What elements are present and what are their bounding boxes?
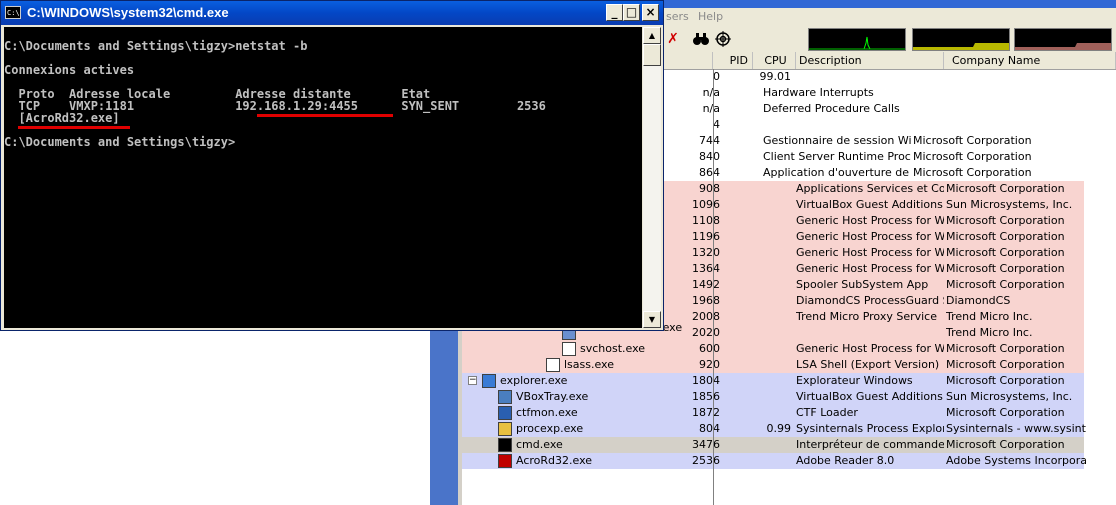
process-row[interactable]: ctfmon.exe 1872 CTF Loader Microsoft Corpor… — [462, 405, 1084, 421]
cell-description: Client Server Runtime Process — [763, 150, 911, 163]
process-row[interactable]: svchost.exe 600 Generic Host Process for W… — [462, 341, 1084, 357]
cell-description: Trend Micro Proxy Service — [796, 310, 937, 323]
cell-description: Generic Host Process for Wi... — [796, 262, 944, 275]
cell-description: Interpréteur de commandes ... — [796, 438, 944, 451]
window-title: C:\WINDOWS\system32\cmd.exe — [27, 5, 229, 20]
target-crosshair-icon[interactable] — [714, 30, 732, 48]
console-line: C:\Documents and Settings\tigzy>netstat … — [4, 39, 308, 53]
cell-company: Microsoft Corporation — [946, 262, 1065, 275]
cell-company: Microsoft Corporation — [913, 134, 1032, 147]
cpu-graph[interactable] — [808, 28, 906, 51]
cell-description: LSA Shell (Export Version) — [796, 358, 940, 371]
minimize-button[interactable]: _ — [606, 4, 623, 21]
cell-description: CTF Loader — [796, 406, 858, 419]
remote-address-highlight — [257, 114, 393, 117]
cell-description: Application d'ouverture de se... — [763, 166, 911, 179]
cell-company: Sysinternals - www.sysinter... — [946, 422, 1086, 435]
find-binoculars-icon[interactable] — [692, 30, 710, 48]
cell-company: Microsoft Corporation — [946, 374, 1065, 387]
console-line: [AcroRd32.exe] — [4, 111, 120, 125]
cell-company: Microsoft Corporation — [913, 150, 1032, 163]
close-button[interactable]: × — [642, 4, 659, 21]
cell-description: Deferred Procedure Calls — [763, 102, 900, 115]
cell-company: Microsoft Corporation — [946, 246, 1065, 259]
cell-description: Sysinternals Process Explorer — [796, 422, 944, 435]
process-row[interactable]: − explorer.exe 1804 Explorateur Windows Micr… — [462, 373, 1084, 389]
cell-description: Generic Host Process for Wi... — [796, 246, 944, 259]
cell-pid: 1804 — [692, 374, 720, 387]
memory-graph[interactable] — [912, 28, 1010, 51]
column-divider — [713, 69, 714, 505]
cell-description: Generic Host Process for Wi... — [796, 230, 944, 243]
cell-company: Adobe Systems Incorporated — [946, 454, 1086, 467]
cell-pid: 600 — [699, 342, 720, 355]
cell-description: VirtualBox Guest Additions Tr... — [796, 390, 944, 403]
process-row[interactable]: lsass.exe 920 LSA Shell (Export Version) Mi… — [462, 357, 1084, 373]
cell-company: Microsoft Corporation — [946, 278, 1065, 291]
process-name-highlight — [18, 126, 130, 129]
vertical-scrollbar[interactable]: ▲ ▼ — [643, 27, 661, 328]
cell-description: Generic Host Process for Wi... — [796, 214, 944, 227]
cell-company: DiamondCS — [946, 294, 1011, 307]
cell-description: Applications Services et Con... — [796, 182, 944, 195]
cell-pid: 2536 — [692, 454, 720, 467]
cell-company: Microsoft Corporation — [946, 214, 1065, 227]
cell-company: Microsoft Corporation — [946, 182, 1065, 195]
process-row[interactable]: VBoxTray.exe 1856 VirtualBox Guest Additio… — [462, 389, 1084, 405]
cell-pid: 920 — [699, 358, 720, 371]
cell-description: Generic Host Process for Wi... — [796, 342, 944, 355]
cell-description: Gestionnaire de session Win... — [763, 134, 911, 147]
console-output[interactable]: C:\Documents and Settings\tigzy>netstat … — [4, 27, 642, 328]
cell-company: Microsoft Corporation — [913, 166, 1032, 179]
cell-description: VirtualBox Guest Additions S... — [796, 198, 944, 211]
cmd-window: C:\ C:\WINDOWS\system32\cmd.exe _ □ × C:… — [0, 0, 664, 331]
column-pid[interactable]: PID — [713, 52, 753, 69]
menu-help[interactable]: Help — [698, 10, 723, 23]
cell-description: Hardware Interrupts — [763, 86, 874, 99]
kill-process-icon[interactable]: ✗ — [664, 30, 682, 48]
cell-company: Microsoft Corporation — [946, 342, 1065, 355]
console-icon: C:\ — [5, 6, 21, 19]
cell-pid: 1856 — [692, 390, 720, 403]
process-row[interactable]: AcroRd32.exe 2536 Adobe Reader 8.0 Adobe Sy… — [462, 453, 1086, 469]
column-description[interactable]: Description — [796, 52, 944, 69]
cell-pid: 3476 — [692, 438, 720, 451]
scroll-track[interactable] — [643, 66, 661, 311]
cell-company: Microsoft Corporation — [946, 230, 1065, 243]
cell-cpu: 99.01 — [759, 70, 792, 83]
cell-pid: 804 — [699, 422, 720, 435]
cell-cpu: 0.99 — [766, 422, 792, 435]
io-graph[interactable] — [1014, 28, 1112, 51]
menu-users[interactable]: sers — [666, 10, 689, 23]
scroll-thumb[interactable] — [643, 44, 661, 66]
process-row[interactable]: cmd.exe3476Interpréteur de commandes ...… — [462, 437, 1084, 453]
column-company[interactable]: Company Name — [944, 52, 1116, 69]
scroll-up-icon[interactable]: ▲ — [643, 27, 661, 44]
column-cpu[interactable]: CPU — [753, 52, 796, 69]
cell-company: Microsoft Corporation — [946, 438, 1065, 451]
cmd-titlebar[interactable]: C:\ C:\WINDOWS\system32\cmd.exe _ □ × — [1, 1, 663, 25]
cell-pid: 1872 — [692, 406, 720, 419]
console-line: C:\Documents and Settings\tigzy> — [4, 135, 236, 149]
cell-company: Trend Micro Inc. — [946, 326, 1033, 339]
cell-description: Spooler SubSystem App — [796, 278, 929, 291]
maximize-button[interactable]: □ — [623, 4, 640, 21]
cell-company: Microsoft Corporation — [946, 406, 1065, 419]
cell-description: DiamondCS ProcessGuard S... — [796, 294, 944, 307]
process-row[interactable]: procexp.exe 804 0.99 Sysinternals Process E… — [462, 421, 1086, 437]
cell-company: Microsoft Corporation — [946, 358, 1065, 371]
cell-description: Explorateur Windows — [796, 374, 913, 387]
cell-company: Sun Microsystems, Inc. — [946, 198, 1073, 211]
cell-company: Trend Micro Inc. — [946, 310, 1033, 323]
cell-company: Sun Microsystems, Inc. — [946, 390, 1073, 403]
console-line: Connexions actives — [4, 63, 135, 77]
cell-description: Adobe Reader 8.0 — [796, 454, 895, 467]
scroll-down-icon[interactable]: ▼ — [643, 311, 661, 328]
